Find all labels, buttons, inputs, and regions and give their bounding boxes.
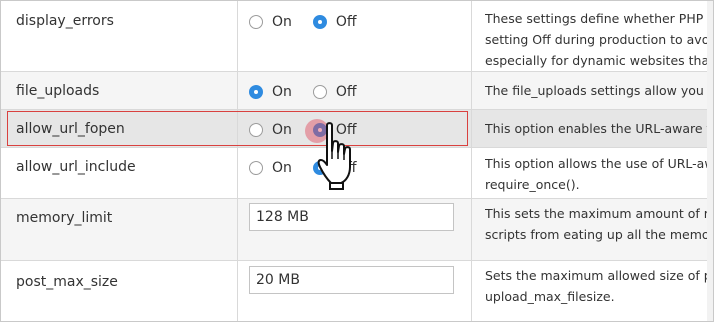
description-line: These settings define whether PHP sh	[485, 11, 713, 26]
setting-row-post-max-size: post_max_size 20 MB Sets the maximum all…	[1, 261, 713, 321]
description-line: especially for dynamic websites that s	[485, 53, 713, 68]
radio-off[interactable]	[312, 15, 327, 29]
description-line: This sets the maximum amount of me	[485, 206, 713, 221]
radio-off-label[interactable]: Off	[336, 14, 357, 30]
radio-off-label[interactable]: Off	[336, 84, 357, 100]
description-line: scripts from eating up all the memory	[485, 227, 713, 242]
column-divider	[237, 1, 238, 321]
hand-pointer-icon	[317, 122, 351, 190]
radio-on-label[interactable]: On	[272, 14, 292, 30]
setting-description: This option allows the use of URL-awa re…	[485, 153, 713, 195]
php-settings-panel: display_errors On Off These settings def…	[0, 0, 714, 322]
radio-on[interactable]	[249, 15, 263, 29]
setting-row-memory-limit: memory_limit 128 MB This sets the maximu…	[1, 199, 713, 261]
radio-on[interactable]	[249, 85, 263, 99]
setting-description: These settings define whether PHP sh set…	[485, 8, 713, 71]
description-line: setting Off during production to avoi	[485, 32, 713, 47]
setting-description: This option enables the URL-aware fo	[485, 118, 713, 139]
radio-on[interactable]	[249, 123, 263, 137]
radio-on[interactable]	[249, 161, 263, 175]
setting-name: allow_url_fopen	[16, 121, 125, 137]
setting-name: post_max_size	[16, 274, 118, 290]
radio-group-display-errors: On Off	[249, 13, 378, 31]
setting-name: memory_limit	[16, 210, 113, 226]
setting-name: file_uploads	[16, 83, 100, 99]
memory-limit-input[interactable]: 128 MB	[249, 203, 454, 231]
radio-group-file-uploads: On Off	[249, 83, 378, 101]
setting-description: Sets the maximum allowed size of po uplo…	[485, 265, 713, 307]
description-line: Sets the maximum allowed size of po	[485, 268, 713, 283]
description-line: upload_max_filesize.	[485, 289, 615, 304]
setting-row-display-errors: display_errors On Off These settings def…	[1, 1, 713, 72]
setting-name: allow_url_include	[16, 159, 136, 175]
scrollbar[interactable]	[707, 1, 713, 321]
setting-description: The file_uploads settings allow you to	[485, 80, 713, 101]
radio-on-label[interactable]: On	[272, 160, 292, 176]
setting-name: display_errors	[16, 13, 114, 29]
setting-row-file-uploads: file_uploads On Off The file_uploads set…	[1, 72, 713, 110]
radio-on-label[interactable]: On	[272, 84, 292, 100]
post-max-size-input[interactable]: 20 MB	[249, 266, 454, 294]
radio-off[interactable]	[312, 85, 327, 99]
description-line: The file_uploads settings allow you to	[485, 83, 713, 98]
radio-on-label[interactable]: On	[272, 122, 292, 138]
description-line: This option enables the URL-aware fo	[485, 121, 713, 136]
setting-description: This sets the maximum amount of me scrip…	[485, 203, 713, 245]
description-line: require_once().	[485, 177, 580, 192]
description-line: This option allows the use of URL-awa	[485, 156, 713, 171]
column-divider	[471, 1, 472, 321]
